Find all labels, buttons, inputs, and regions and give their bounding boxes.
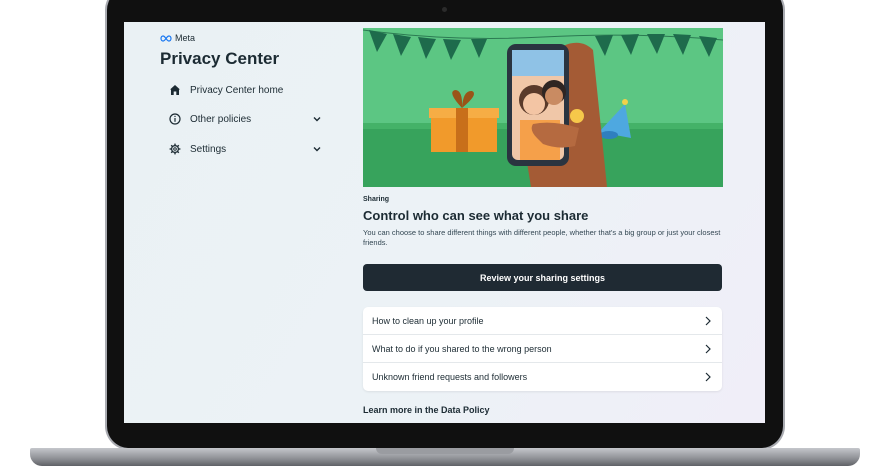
webcam (442, 7, 447, 12)
review-sharing-settings-button[interactable]: Review your sharing settings (363, 264, 722, 291)
page-title: Privacy Center (160, 49, 280, 68)
section-eyebrow: Sharing (363, 196, 390, 203)
help-link-label: What to do if you shared to the wrong pe… (372, 343, 552, 354)
help-link-clean-up-profile[interactable]: How to clean up your profile (363, 307, 722, 335)
phone-in-hand (507, 42, 607, 187)
gear-icon (168, 142, 182, 156)
sidebar-item-label: Settings (190, 143, 227, 155)
chevron-right-icon (703, 343, 713, 355)
hero-illustration (363, 28, 723, 187)
help-link-unknown-friend-requests[interactable]: Unknown friend requests and followers (363, 363, 722, 391)
sidebar-item-label: Privacy Center home (190, 84, 284, 96)
laptop-notch (376, 448, 514, 454)
chevron-down-icon[interactable] (312, 114, 322, 124)
data-policy-link[interactable]: Learn more in the Data Policy (363, 405, 490, 415)
help-link-label: Unknown friend requests and followers (372, 372, 528, 382)
sidebar-item-privacy-center-home[interactable]: Privacy Center home (168, 79, 322, 101)
laptop-screen: Meta Privacy Center Privacy Center home … (124, 22, 765, 423)
help-link-label: How to clean up your profile (372, 315, 484, 326)
meta-logo[interactable]: Meta (160, 33, 195, 43)
info-icon (168, 112, 182, 126)
section-description: You can choose to share different things… (363, 228, 721, 247)
chevron-right-icon (703, 315, 713, 327)
help-link-shared-to-wrong-person[interactable]: What to do if you shared to the wrong pe… (363, 335, 722, 363)
help-links-list: How to clean up your profile What to do … (363, 307, 722, 391)
chevron-down-icon[interactable] (312, 144, 322, 154)
section-heading: Control who can see what you share (363, 208, 589, 223)
sidebar-item-label: Other policies (190, 113, 252, 125)
sidebar-item-other-policies[interactable]: Other policies (168, 108, 322, 130)
main-content: Sharing Control who can see what you sha… (363, 22, 723, 423)
sidebar: Meta Privacy Center Privacy Center home … (124, 22, 348, 423)
meta-wordmark: Meta (175, 33, 196, 43)
sidebar-item-settings[interactable]: Settings (168, 138, 322, 160)
chevron-right-icon (703, 371, 713, 383)
home-icon (168, 83, 182, 97)
meta-infinity-icon (160, 34, 172, 42)
